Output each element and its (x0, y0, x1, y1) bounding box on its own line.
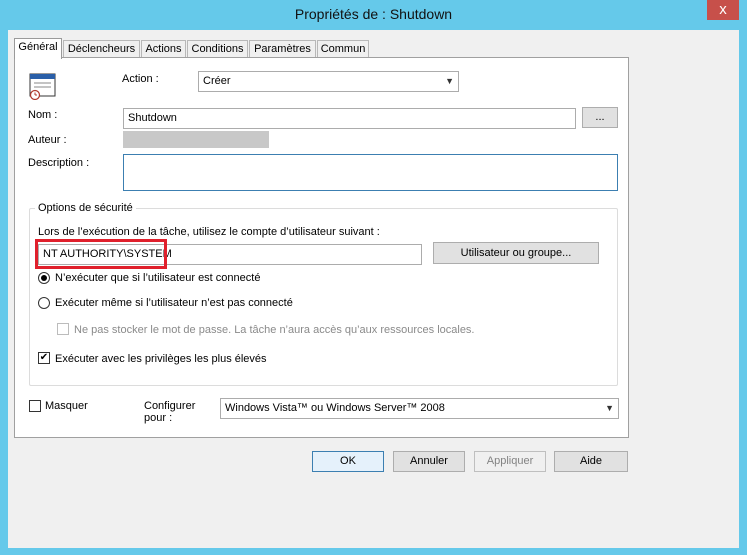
tab-actions[interactable]: Actions (141, 40, 186, 58)
configure-for-label-line1: Configurer (144, 400, 196, 412)
hidden-checkbox[interactable] (29, 400, 41, 412)
hidden-label: Masquer (45, 400, 88, 412)
highest-privileges-label: Exécuter avec les privilèges les plus él… (55, 353, 267, 365)
radio-run-always-label: Exécuter même si l’utilisateur n’est pas… (55, 297, 293, 309)
name-field[interactable]: Shutdown (123, 108, 576, 129)
user-or-group-button[interactable]: Utilisateur ou groupe... (433, 242, 599, 264)
chevron-down-icon: ▼ (445, 76, 454, 86)
tab-triggers[interactable]: Déclencheurs (63, 40, 140, 58)
radio-run-logged-on-label: N’exécuter que si l’utilisateur est conn… (55, 272, 261, 284)
action-select-value: Créer (203, 75, 231, 87)
tab-conditions[interactable]: Conditions (187, 40, 248, 58)
chevron-down-icon: ▼ (605, 403, 614, 413)
configure-for-label-line2: pour : (144, 412, 173, 424)
configure-for-label: Configurer pour : (144, 400, 195, 424)
close-button[interactable]: x (707, 0, 739, 20)
radio-run-always[interactable] (38, 297, 50, 309)
highest-privileges-checkbox[interactable]: ✔ (38, 352, 50, 364)
task-icon (29, 72, 57, 101)
configure-for-select-value: Windows Vista™ ou Windows Server™ 2008 (225, 402, 445, 414)
no-store-password-checkbox[interactable] (57, 323, 69, 335)
radio-selected-dot (41, 275, 47, 281)
title-bar: Propriétés de : Shutdown x (0, 0, 747, 30)
author-value-redacted (123, 131, 269, 148)
ok-button[interactable]: OK (312, 451, 384, 472)
tab-settings[interactable]: Paramètres (249, 40, 316, 58)
general-tab-panel: Action : Créer ▼ Nom : Shutdown ... Aute… (14, 57, 629, 438)
help-button[interactable]: Aide (554, 451, 628, 472)
dialog-body: Général Déclencheurs Actions Conditions … (8, 30, 739, 548)
author-label: Auteur : (28, 134, 67, 146)
tab-general[interactable]: Général (14, 38, 62, 59)
configure-for-select[interactable]: Windows Vista™ ou Windows Server™ 2008 ▼ (220, 398, 619, 419)
window-title: Propriétés de : Shutdown (294, 6, 453, 22)
checkmark-icon: ✔ (39, 352, 49, 363)
description-label: Description : (28, 157, 90, 169)
browse-button[interactable]: ... (582, 107, 618, 128)
apply-button[interactable]: Appliquer (474, 451, 546, 472)
run-as-label: Lors de l’exécution de la tâche, utilise… (38, 226, 380, 238)
name-label: Nom : (28, 109, 58, 121)
highlight-box (35, 239, 167, 269)
action-label: Action : (122, 73, 159, 85)
cancel-button[interactable]: Annuler (393, 451, 465, 472)
no-store-password-label: Ne pas stocker le mot de passe. La tâche… (74, 324, 475, 336)
action-select[interactable]: Créer ▼ (198, 71, 459, 92)
close-icon: x (719, 1, 727, 18)
tab-history[interactable]: Commun (317, 40, 369, 58)
security-options-title: Options de sécurité (35, 202, 136, 214)
radio-run-logged-on[interactable] (38, 272, 50, 284)
description-field[interactable] (123, 154, 618, 191)
